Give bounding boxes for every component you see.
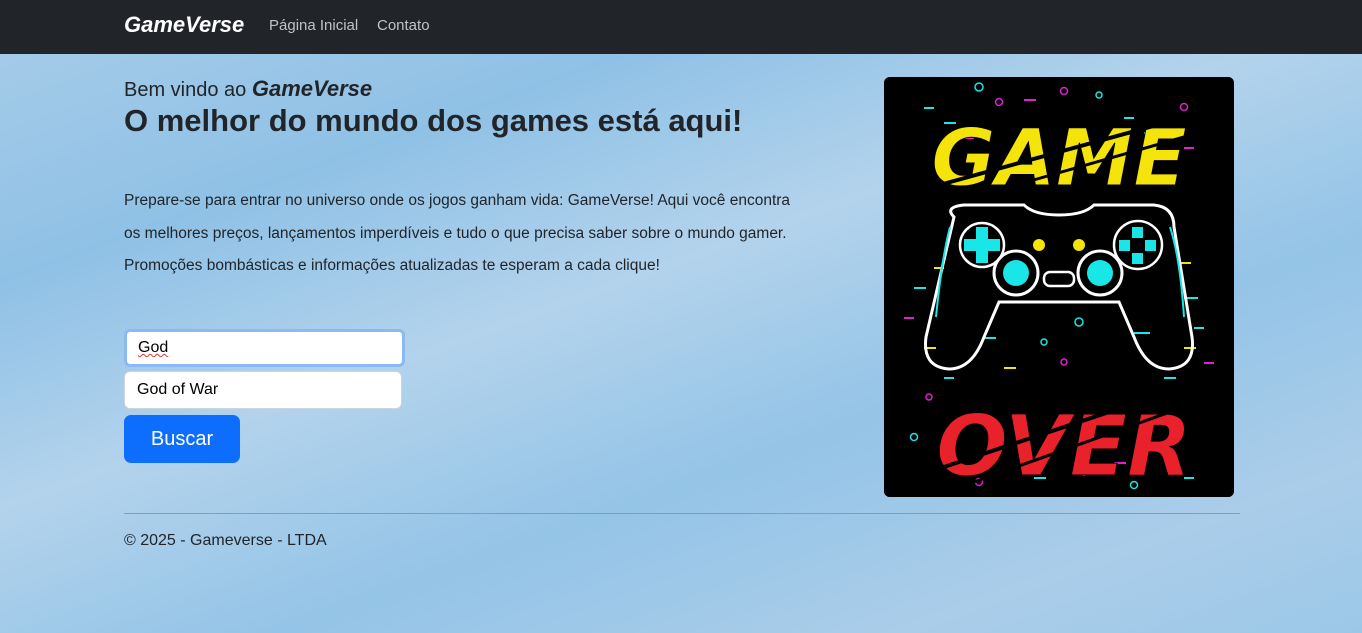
search-suggestion[interactable]: God of War — [124, 371, 402, 409]
welcome-prefix: Bem vindo ao — [124, 79, 247, 101]
search-input[interactable] — [124, 329, 405, 367]
intro-paragraph: Prepare-se para entrar no universo onde … — [124, 185, 864, 283]
intro-line: Promoções bombásticas e informações atua… — [124, 257, 660, 274]
intro-line: Prepare-se para entrar no universo onde … — [124, 192, 791, 209]
footer-divider — [124, 513, 1240, 514]
welcome-text: Bem vindo ao GameVerse — [124, 76, 372, 102]
page-title: O melhor do mundo dos games está aqui! — [124, 103, 743, 138]
brand-logo[interactable]: GameVerse — [124, 12, 244, 38]
nav-link-home[interactable]: Página Inicial — [269, 17, 358, 34]
nav-link-contact[interactable]: Contato — [377, 17, 430, 34]
footer-copyright: © 2025 - Gameverse - LTDA — [124, 532, 327, 549]
search-button[interactable]: Buscar — [124, 415, 240, 463]
game-over-poster: GAME OVER — [884, 77, 1234, 497]
intro-line: os melhores preços, lançamentos imperdív… — [124, 224, 787, 242]
navbar: GameVerse Página Inicial Contato — [0, 0, 1362, 54]
welcome-brand: GameVerse — [251, 76, 373, 101]
game-over-illustration: GAME OVER — [884, 77, 1234, 497]
